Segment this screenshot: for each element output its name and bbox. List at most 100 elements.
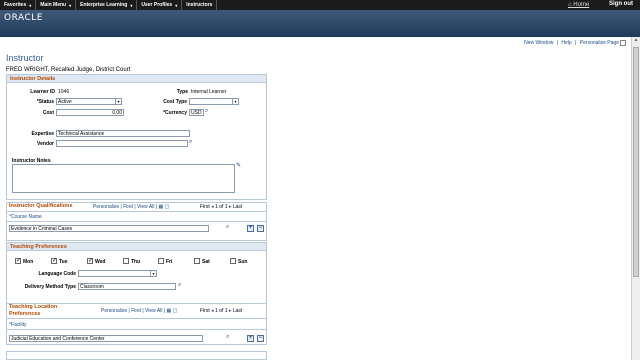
type-value: Internal Learner: [191, 89, 227, 95]
delete-row-button[interactable]: −: [257, 225, 264, 232]
nav-label: Enterprise Learning: [80, 2, 128, 8]
personalize-page-link[interactable]: Personalize Page: [580, 40, 619, 46]
nav-label: Main Menu: [40, 2, 67, 8]
wed-label: Wed: [95, 259, 106, 265]
next-icon[interactable]: ▸: [229, 204, 232, 210]
divider: [6, 329, 267, 330]
chevron-down-icon: ▾: [29, 2, 32, 8]
language-code-select[interactable]: ▾: [78, 270, 157, 277]
cost-type-label: Cost Type: [163, 99, 187, 105]
nav-instructors[interactable]: Instructors: [182, 0, 218, 10]
thu-checkbox[interactable]: [123, 258, 129, 264]
mon-label: Mon: [23, 259, 34, 265]
sign-out-link[interactable]: Sign out: [609, 1, 633, 7]
page-links: New Window | Help | Personalize Page: [522, 40, 619, 46]
section-header: Teaching Preferences: [7, 243, 266, 251]
cost-type-select[interactable]: ▾: [189, 98, 239, 105]
pager-count: 1 of 1: [215, 308, 228, 314]
spell-check-icon[interactable]: ✎: [236, 162, 241, 169]
home-link[interactable]: ⌂ Home: [568, 2, 589, 8]
vendor-field[interactable]: [56, 140, 188, 147]
next-section: [6, 351, 267, 360]
nav-label: Instructors: [186, 2, 213, 8]
sat-checkbox[interactable]: [194, 258, 200, 264]
grid-download-icon[interactable]: ▦: [167, 308, 172, 314]
last-link[interactable]: Last: [233, 204, 242, 210]
qualifications-grid-tools: Personalize | Find | View All | ▦ ▢: [93, 204, 170, 210]
chevron-down-icon: ▾: [130, 2, 133, 8]
status-select[interactable]: Active ▾: [56, 98, 122, 105]
currency-value: USD: [191, 110, 202, 116]
delivery-method-label: Delivery Method Type: [24, 284, 76, 290]
status-label: *Status: [36, 99, 54, 105]
course-name-value: Evidence in Criminal Cases: [11, 226, 73, 232]
wed-checkbox[interactable]: ✓: [87, 258, 93, 264]
new-window-link[interactable]: New Window: [524, 40, 553, 46]
home-icon: ⌂: [568, 2, 572, 8]
delivery-method-field[interactable]: Classroom: [78, 283, 176, 290]
prev-icon[interactable]: ◂: [211, 308, 214, 314]
course-name-field[interactable]: Evidence in Criminal Cases: [9, 225, 209, 232]
currency-lookup-icon[interactable]: ⌕: [205, 108, 208, 115]
nav-user-profiles[interactable]: User Profiles ▾: [137, 0, 183, 10]
expertise-field[interactable]: Technical Assistance: [56, 130, 190, 137]
nav-favorites[interactable]: Favorites ▾: [0, 0, 37, 10]
page-title: Instructor: [6, 53, 44, 63]
find-link[interactable]: Find: [131, 308, 141, 314]
facility-field[interactable]: Judicial Education and Conference Center: [9, 335, 203, 342]
facility-lookup-icon[interactable]: ⌕: [226, 334, 229, 341]
currency-field[interactable]: USD: [189, 109, 204, 116]
vendor-label: Vendor: [37, 141, 54, 147]
facility-value: Judicial Education and Conference Center: [11, 336, 105, 342]
divider: [6, 211, 267, 212]
delivery-lookup-icon[interactable]: ⌕: [178, 282, 181, 289]
scroll-thumb[interactable]: [633, 47, 639, 277]
tue-checkbox[interactable]: ✓: [51, 258, 57, 264]
vertical-scrollbar[interactable]: ▲: [631, 37, 640, 360]
nav-label: Favorites: [4, 2, 27, 8]
grid-zoom-icon[interactable]: ▢: [173, 308, 178, 314]
cost-field[interactable]: 0.00: [56, 109, 124, 116]
last-link[interactable]: Last: [233, 308, 242, 314]
expertise-label: Expertise: [31, 131, 54, 137]
first-link[interactable]: First: [200, 204, 210, 210]
chevron-down-icon: ▾: [69, 2, 72, 8]
nav-main-menu[interactable]: Main Menu ▾: [36, 0, 77, 10]
scroll-up-icon[interactable]: ▲: [632, 37, 640, 45]
chevron-down-icon: ▾: [150, 271, 156, 276]
vendor-lookup-icon[interactable]: ⌕: [189, 139, 192, 146]
pager-count: 1 of 1: [215, 204, 228, 210]
nav-enterprise-learning[interactable]: Enterprise Learning ▾: [76, 0, 138, 10]
fri-checkbox[interactable]: [158, 258, 164, 264]
help-link[interactable]: Help: [561, 40, 571, 46]
grid-zoom-icon[interactable]: ▢: [165, 204, 170, 210]
prev-icon[interactable]: ◂: [211, 204, 214, 210]
currency-label: *Currency: [163, 110, 187, 116]
next-icon[interactable]: ▸: [229, 308, 232, 314]
sun-checkbox[interactable]: [230, 258, 236, 264]
add-row-button[interactable]: +: [247, 335, 254, 342]
view-all-link[interactable]: View All: [145, 308, 162, 314]
course-name-column: *Course Name: [9, 214, 42, 220]
oracle-banner: ORACLE: [0, 10, 640, 37]
cost-label: Cost: [42, 110, 54, 116]
instructor-name: FRED WRIGHT, Recalled Judge, District Co…: [6, 67, 131, 73]
delete-row-button[interactable]: −: [257, 335, 264, 342]
grid-download-icon[interactable]: ▦: [159, 204, 164, 210]
mon-checkbox[interactable]: ✓: [15, 258, 21, 264]
delivery-method-value: Classroom: [80, 284, 104, 290]
sat-label: Sat: [202, 259, 210, 265]
main-content: New Window | Help | Personalize Page Ins…: [0, 37, 631, 360]
divider: [6, 318, 267, 319]
personalize-link[interactable]: Personalize: [93, 204, 119, 210]
course-lookup-icon[interactable]: ⌕: [226, 224, 229, 231]
first-link[interactable]: First: [200, 308, 210, 314]
find-link[interactable]: Find: [123, 204, 133, 210]
expand-icon[interactable]: [620, 40, 626, 46]
personalize-link[interactable]: Personalize: [101, 308, 127, 314]
instructor-notes-field[interactable]: [12, 164, 235, 193]
location-grid-tools: Personalize | Find | View All | ▦ ▢: [101, 308, 178, 314]
view-all-link[interactable]: View All: [137, 204, 154, 210]
status-value: Active: [58, 99, 72, 105]
add-row-button[interactable]: +: [247, 225, 254, 232]
